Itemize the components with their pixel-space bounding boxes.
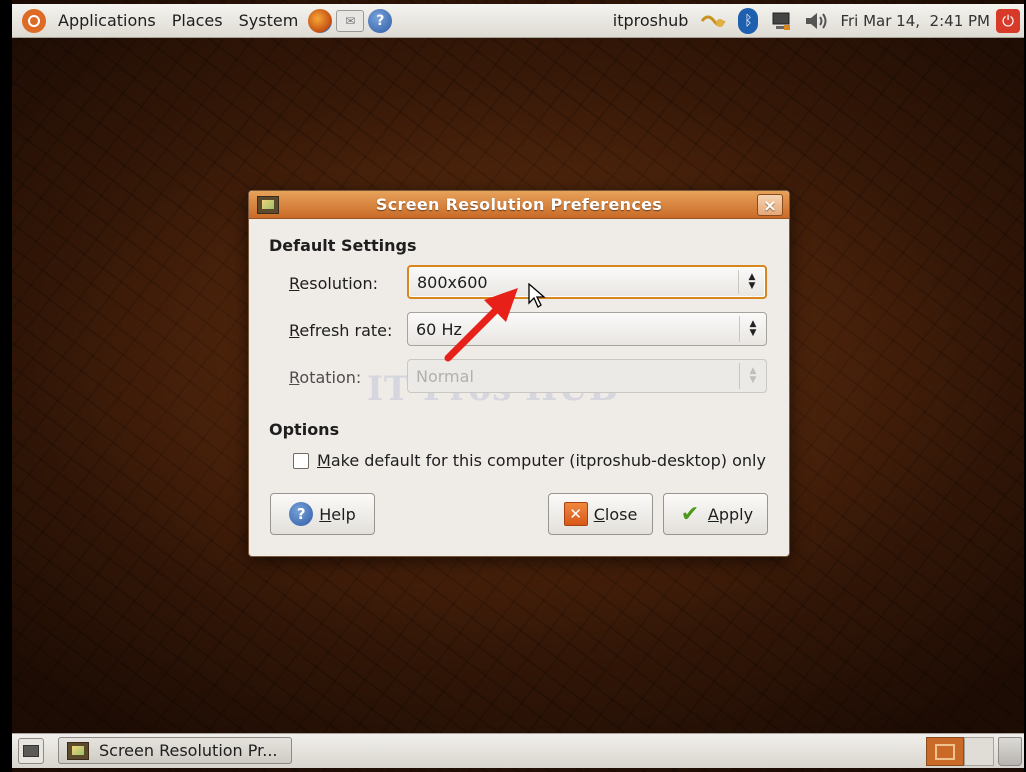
workspace-2[interactable] <box>964 737 994 766</box>
rotation-label: Rotation: <box>289 368 362 387</box>
menu-system[interactable]: System <box>231 4 307 37</box>
dialog-title: Screen Resolution Preferences <box>375 195 663 214</box>
taskbar-item-screen-resolution[interactable]: Screen Resolution Pr... <box>58 737 292 764</box>
apply-button[interactable]: ✔ Apply <box>663 493 768 535</box>
close-window-button[interactable]: × <box>757 194 783 216</box>
close-icon: ✕ <box>563 502 588 526</box>
power-icon[interactable]: ⏻ <box>996 8 1020 33</box>
bottom-panel: Screen Resolution Pr... <box>12 733 1024 768</box>
screen-resolution-dialog: Screen Resolution Preferences × IT Pros … <box>248 190 790 557</box>
options-heading: Options <box>269 420 340 439</box>
user-switcher[interactable]: itproshub <box>607 11 695 30</box>
workspace-1[interactable] <box>926 737 964 766</box>
trash-icon[interactable] <box>998 737 1022 766</box>
top-panel: Applications Places System ✉ ? itproshub… <box>12 4 1024 38</box>
help-icon[interactable]: ? <box>368 8 393 33</box>
make-default-checkbox[interactable] <box>293 452 309 469</box>
apply-button-label: Apply <box>707 504 754 524</box>
computer-icon[interactable] <box>770 10 792 32</box>
resolution-label: Resolution: <box>289 274 378 293</box>
make-default-label[interactable]: Make default for this computer (itproshu… <box>317 451 766 470</box>
annotation-arrow <box>444 288 518 362</box>
default-settings-heading: Default Settings <box>269 236 417 255</box>
taskbar-item-label: Screen Resolution Pr... <box>99 741 278 760</box>
menu-applications[interactable]: Applications <box>50 4 164 37</box>
clock[interactable]: Fri Mar 14, 2:41 PM <box>840 12 990 30</box>
help-button-label: Help <box>319 504 356 524</box>
combo-arrows-icon: ▲ ▼ <box>738 270 765 294</box>
mail-icon[interactable]: ✉ <box>336 9 365 32</box>
bluetooth-icon[interactable]: ᛒ <box>738 7 759 34</box>
help-icon: ? <box>289 502 314 526</box>
make-default-option[interactable]: Make default for this computer (itproshu… <box>293 451 766 470</box>
help-button[interactable]: ? Help <box>270 493 375 535</box>
network-manager-icon[interactable] <box>700 11 726 31</box>
menu-places[interactable]: Places <box>164 4 231 37</box>
display-icon <box>67 741 89 760</box>
mouse-cursor-icon <box>528 283 546 308</box>
close-button[interactable]: ✕ Close <box>548 493 653 535</box>
close-button-label: Close <box>593 504 638 524</box>
combo-arrows-icon: ▲ ▼ <box>739 316 766 342</box>
refresh-rate-label: Refresh rate: <box>289 321 393 340</box>
ubuntu-logo-icon[interactable] <box>22 8 46 33</box>
show-desktop-icon[interactable] <box>18 738 44 764</box>
dialog-titlebar[interactable]: Screen Resolution Preferences × <box>249 191 789 219</box>
volume-icon[interactable] <box>804 11 828 31</box>
checkmark-icon: ✔ <box>680 501 700 527</box>
firefox-icon[interactable] <box>308 8 333 33</box>
combo-arrows-icon: ▲ ▼ <box>739 363 766 389</box>
rotation-value: Normal <box>416 366 474 386</box>
